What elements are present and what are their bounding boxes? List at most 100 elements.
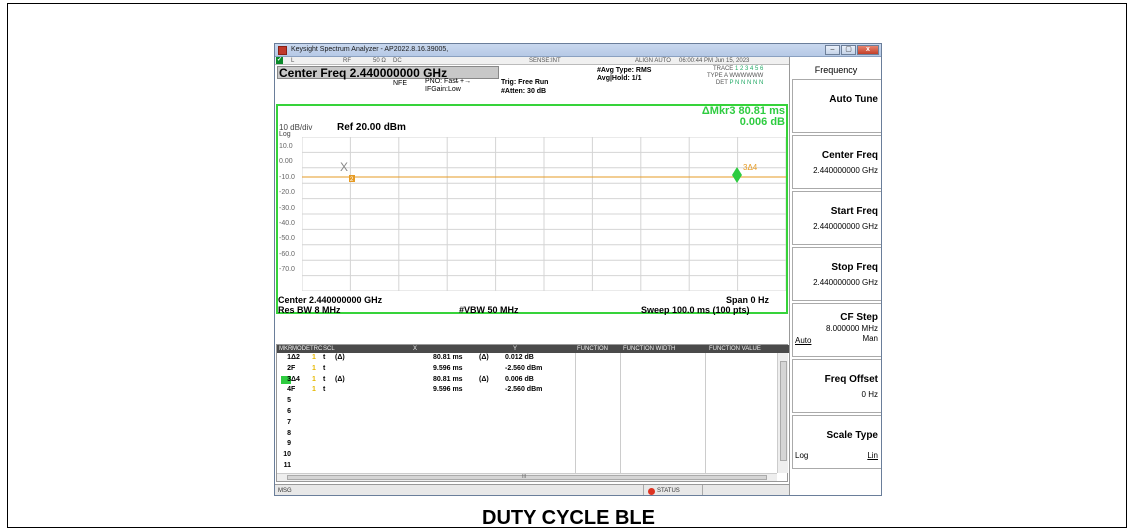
app-icon [278, 46, 287, 55]
atten-label: #Atten: 30 dB [501, 88, 547, 95]
figure-caption: DUTY CYCLE BLE [482, 507, 655, 529]
col-scl: SCL [323, 346, 335, 352]
mkr-xref: (Δ) [479, 375, 489, 383]
y-tick-label: -10.0 [279, 173, 295, 181]
log-label: Log [279, 131, 291, 138]
scale-type-softkey[interactable]: Scale Type Log Lin [792, 415, 881, 469]
mkr-ref: (Δ) [335, 354, 345, 361]
col-trc: TRC [310, 346, 323, 352]
cf-step-man: Man [862, 334, 878, 343]
softkey-panel: Frequency Auto Tune Center Freq 2.440000… [789, 57, 881, 495]
freq-offset-label: Freq Offset [824, 374, 878, 385]
scale-type-log: Log [795, 451, 809, 460]
message-bar: MSG STATUS [275, 484, 789, 495]
column-divider [705, 353, 706, 473]
col-mkr: MKR [279, 346, 293, 352]
cf-step-label: CF Step [840, 312, 878, 323]
stop-freq-softkey[interactable]: Stop Freq 2.440000000 GHz [792, 247, 881, 301]
mkr-y: -2.560 dBm [505, 386, 543, 394]
keysight-icon: ✓ [276, 57, 283, 64]
y-tick-label: 10.0 [279, 143, 293, 150]
mkr-number: 7 [287, 418, 291, 426]
marker-row[interactable]: 2 F 1 t 9.596 ms -2.560 dBm [277, 365, 789, 373]
minimize-button[interactable]: – [825, 45, 840, 55]
y-tick-label: 0.00 [279, 158, 293, 166]
mkr-mode: Δ2 [291, 354, 300, 361]
y-tick-label: -30.0 [279, 204, 295, 212]
mkr-scale: t [323, 386, 326, 394]
mkr-trace: 1 [312, 354, 316, 361]
res-bw-footer: Res BW 8 MHz [278, 305, 341, 315]
det-label: DET [715, 80, 728, 86]
status-label: STATUS [657, 488, 680, 494]
status-button[interactable]: STATUS [643, 485, 703, 495]
marker-row[interactable]: 9 [277, 440, 789, 448]
mkr-scale: t [323, 375, 326, 383]
marker-table-hscrollbar[interactable]: III [277, 473, 777, 481]
marker-row[interactable]: 1 Δ2 1 t (Δ) 80.81 ms (Δ) 0.012 dB [277, 354, 789, 362]
delta-marker-level: 0.006 dB [739, 116, 785, 128]
y-tick-label: -70.0 [279, 266, 295, 274]
marker-row[interactable]: 8 [277, 430, 789, 438]
mkr-number: 9 [287, 440, 291, 448]
mkr-scale: t [323, 354, 326, 361]
maximize-button[interactable]: ▢ [841, 45, 856, 55]
auto-tune-softkey[interactable]: Auto Tune [792, 79, 881, 133]
marker-2-glyph: X [340, 160, 348, 174]
det-value: P N N N N N [729, 80, 764, 86]
marker-table: MKR MODE TRC SCL X Y FUNCTION FUNCTION W… [276, 344, 789, 482]
center-freq-value: 2.440000000 GHz [813, 166, 878, 175]
marker-row[interactable]: 4 F 1 t 9.596 ms -2.560 dBm [277, 386, 789, 394]
status-strip: ✓ L RF 50 Ω DC SENSE:INT ALIGN AUTO 06:0… [275, 57, 789, 65]
marker-row[interactable]: 10 [277, 451, 789, 459]
mkr-number: 1 [287, 354, 291, 361]
freq-offset-value: 0 Hz [861, 390, 878, 399]
close-button[interactable]: x [857, 45, 879, 55]
marker-row[interactable]: 11 [277, 462, 789, 470]
datetime: 06:00:44 PM Jun 15, 2023 [679, 58, 750, 64]
marker-table-scrollbar[interactable] [777, 353, 788, 473]
mkr-y: 0.012 dB [505, 354, 534, 361]
mkr-number: 10 [283, 451, 291, 459]
mkr-y: 0.006 dB [505, 375, 534, 383]
mkr-number: 4 [287, 386, 291, 394]
y-tick-label: -60.0 [279, 250, 295, 258]
auto-tune-label: Auto Tune [829, 94, 878, 105]
mkr-number: 6 [287, 408, 291, 415]
cf-step-softkey[interactable]: CF Step 8.000000 MHz Auto Man [792, 303, 881, 357]
y-tick-label: -20.0 [279, 189, 295, 197]
center-freq-softkey[interactable]: Center Freq 2.440000000 GHz [792, 135, 881, 189]
marker-row[interactable]: 3 Δ4 1 t (Δ) 80.81 ms (Δ) 0.006 dB [277, 375, 789, 384]
hscroll-thumb[interactable] [287, 475, 767, 480]
title-bar: Keysight Spectrum Analyzer - AP2022.8.16… [275, 44, 881, 57]
align-indicator: ALIGN AUTO [635, 58, 671, 64]
status-icon [648, 488, 655, 495]
trace-info: TRACE 1 2 3 4 5 6 TYPE A WWWWWW DET P N … [707, 66, 763, 87]
mkr-trace: 1 [312, 364, 316, 372]
col-mode: MODE [292, 346, 310, 352]
marker-row[interactable]: 7 [277, 419, 789, 427]
sense-indicator: SENSE:INT [529, 58, 561, 64]
avg-type-label: #Avg Type: RMS [597, 67, 652, 74]
y-tick-label: -50.0 [279, 235, 295, 243]
start-freq-label: Start Freq [830, 206, 878, 217]
avg-hold-label: Avg|Hold: 1/1 [597, 75, 642, 82]
col-function: FUNCTION [577, 346, 608, 352]
freq-offset-softkey[interactable]: Freq Offset 0 Hz [792, 359, 881, 413]
mode-indicator: L [291, 58, 295, 64]
marker-row[interactable]: 5 [277, 397, 789, 405]
center-footer: Center 2.440000000 GHz [278, 295, 383, 305]
start-freq-softkey[interactable]: Start Freq 2.440000000 GHz [792, 191, 881, 245]
vbw-footer: #VBW 50 MHz [459, 305, 519, 315]
col-x: X [413, 346, 418, 352]
marker-row[interactable]: 6 [277, 408, 789, 416]
mkr-mode: F [291, 386, 296, 394]
trace-plot[interactable]: X 2 3Δ4 [302, 137, 786, 291]
nfe-label: NFE [393, 80, 407, 87]
center-freq-label: Center Freq [821, 150, 878, 161]
start-freq-value: 2.440000000 GHz [813, 222, 878, 231]
scroll-thumb[interactable] [780, 361, 787, 461]
ref-level: Ref 20.00 dBm [337, 122, 406, 133]
col-function-value: FUNCTION VALUE [709, 346, 761, 352]
type-label: TYPE [707, 73, 723, 79]
